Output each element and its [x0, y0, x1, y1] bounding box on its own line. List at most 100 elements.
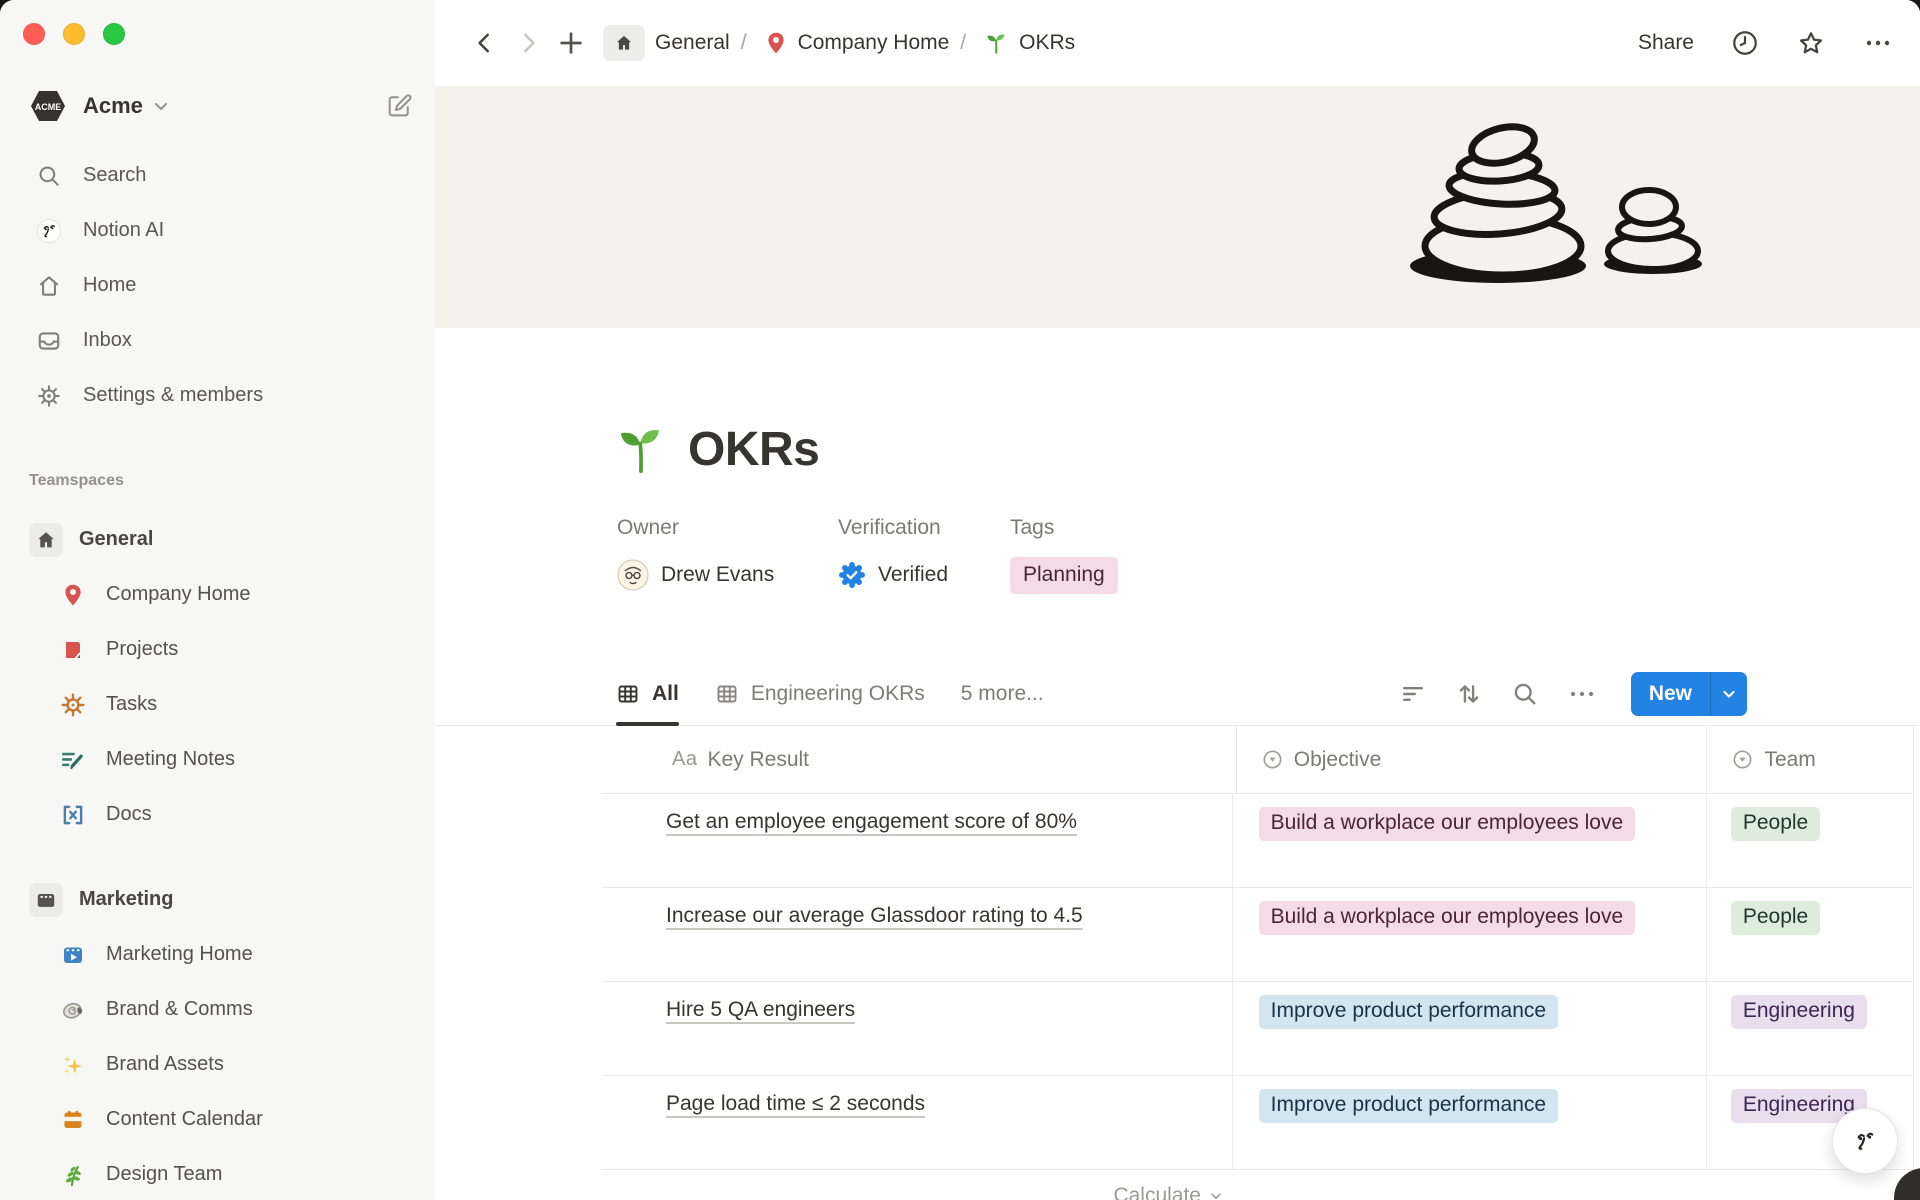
shell-icon	[60, 997, 86, 1023]
page-cover	[435, 86, 1920, 328]
page-title-row[interactable]: OKRs	[612, 416, 1920, 482]
sidebar-item-docs[interactable]: Docs	[0, 787, 435, 842]
main-area: General / Company Home / OKRs Share	[435, 0, 1920, 1200]
search-icon[interactable]	[1511, 680, 1539, 708]
breadcrumb-separator: /	[741, 31, 747, 55]
home-badge-icon	[603, 25, 645, 61]
property-label-verification[interactable]: Verification	[838, 516, 1010, 540]
property-value-verification[interactable]: Verified	[838, 556, 1010, 594]
close-window-button[interactable]	[23, 23, 45, 45]
sort-icon[interactable]	[1455, 680, 1483, 708]
minimize-window-button[interactable]	[63, 23, 85, 45]
calculate-button[interactable]: Calculate	[1113, 1184, 1223, 1200]
breadcrumb-separator: /	[960, 31, 966, 55]
page-title: OKRs	[688, 422, 819, 477]
sidebar-item-design-team[interactable]: Design Team	[0, 1147, 435, 1200]
okr-table: Aa Key Result Objective Team Get an empl…	[602, 726, 1914, 1170]
sidebar-item-brand-assets[interactable]: Brand Assets	[0, 1037, 435, 1092]
sidebar-item-company-home[interactable]: Company Home	[0, 567, 435, 622]
team-tag[interactable]: People	[1731, 901, 1820, 935]
property-value-tags[interactable]: Planning	[1010, 556, 1118, 594]
verified-badge-icon	[838, 561, 866, 589]
table-header: Aa Key Result Objective Team	[602, 726, 1914, 794]
chevron-down-icon[interactable]	[1711, 672, 1747, 716]
add-page-icon[interactable]	[554, 26, 588, 60]
breadcrumb-general[interactable]: General	[603, 25, 730, 61]
objective-tag[interactable]: Improve product performance	[1259, 995, 1558, 1029]
notion-ai-button[interactable]	[1832, 1108, 1898, 1174]
filter-icon[interactable]	[1399, 680, 1427, 708]
sidebar: ACME Acme Search	[0, 0, 436, 1200]
property-value-owner[interactable]: Drew Evans	[617, 556, 838, 594]
key-result-link[interactable]: Hire 5 QA engineers	[666, 998, 855, 1021]
home-badge-icon	[29, 523, 63, 557]
select-property-icon	[1261, 748, 1284, 771]
share-button[interactable]: Share	[1638, 31, 1694, 55]
sidebar-item-tasks[interactable]: Tasks	[0, 677, 435, 732]
ellipsis-icon[interactable]	[1567, 680, 1597, 708]
objective-tag[interactable]: Build a workplace our employees love	[1259, 901, 1636, 935]
breadcrumb-company-home[interactable]: Company Home	[764, 31, 950, 55]
stacked-stones-illustration	[1380, 114, 1740, 324]
table-row: Page load time ≤ 2 seconds Improve produ…	[602, 1076, 1914, 1170]
star-icon[interactable]	[1796, 28, 1826, 58]
column-header-objective[interactable]: Objective	[1237, 726, 1708, 793]
tag-planning: Planning	[1010, 557, 1118, 594]
svg-text:ACME: ACME	[35, 102, 62, 112]
key-result-link[interactable]: Page load time ≤ 2 seconds	[666, 1092, 925, 1115]
tab-all[interactable]: All	[616, 662, 679, 725]
property-label-tags[interactable]: Tags	[1010, 516, 1118, 540]
table-view-icon	[616, 682, 640, 706]
sidebar-item-inbox[interactable]: Inbox	[0, 313, 435, 368]
sidebar-item-brand-comms[interactable]: Brand & Comms	[0, 982, 435, 1037]
clock-icon[interactable]	[1730, 28, 1760, 58]
key-result-link[interactable]: Get an employee engagement score of 80%	[666, 810, 1077, 833]
ellipsis-icon[interactable]	[1862, 28, 1894, 58]
sidebar-item-projects[interactable]: Projects	[0, 622, 435, 677]
view-tabs-row: All Engineering OKRs 5 more... New	[435, 662, 1920, 726]
sidebar-item-content-calendar[interactable]: Content Calendar	[0, 1092, 435, 1147]
tab-engineering-okrs[interactable]: Engineering OKRs	[715, 662, 925, 725]
compose-icon[interactable]	[385, 92, 413, 120]
sidebar-item-settings[interactable]: Settings & members	[0, 368, 435, 423]
key-result-link[interactable]: Increase our average Glassdoor rating to…	[666, 904, 1083, 927]
team-tag[interactable]: Engineering	[1731, 995, 1867, 1029]
objective-tag[interactable]: Build a workplace our employees love	[1259, 807, 1636, 841]
zoom-window-button[interactable]	[103, 23, 125, 45]
sidebar-item-meeting-notes[interactable]: Meeting Notes	[0, 732, 435, 787]
more-views-button[interactable]: 5 more...	[961, 682, 1044, 706]
workspace-name[interactable]: Acme	[83, 93, 143, 119]
teamspaces-header: Teamspaces	[29, 472, 435, 496]
notion-window: ACME Acme Search	[0, 0, 1920, 1200]
search-icon	[36, 163, 62, 189]
table-row: Get an employee engagement score of 80% …	[602, 794, 1914, 888]
property-label-owner[interactable]: Owner	[617, 516, 838, 540]
table-view-icon	[715, 682, 739, 706]
column-header-key-result[interactable]: Aa Key Result	[602, 726, 1237, 793]
sparkles-icon	[60, 1052, 86, 1078]
breadcrumb-okrs[interactable]: OKRs	[983, 30, 1075, 56]
sidebar-item-home[interactable]: Home	[0, 258, 435, 313]
back-icon[interactable]	[468, 26, 502, 60]
avatar	[617, 559, 649, 591]
page-body: OKRs Owner Drew Evans Verification	[435, 328, 1920, 1200]
new-button[interactable]: New	[1631, 672, 1747, 716]
pin-icon	[60, 582, 86, 608]
video-icon	[60, 942, 86, 968]
objective-tag[interactable]: Improve product performance	[1259, 1089, 1558, 1123]
calendar-icon	[60, 1107, 86, 1133]
chevron-down-icon[interactable]	[153, 98, 169, 114]
forward-icon[interactable]	[511, 26, 545, 60]
sidebar-item-search[interactable]: Search	[0, 148, 435, 203]
sidebar-item-marketing-home[interactable]: Marketing Home	[0, 927, 435, 982]
table-row: Hire 5 QA engineers Improve product perf…	[602, 982, 1914, 1076]
table-row: Increase our average Glassdoor rating to…	[602, 888, 1914, 982]
home-icon	[36, 273, 62, 299]
notion-ai-icon	[36, 218, 62, 244]
sidebar-item-notion-ai[interactable]: Notion AI	[0, 203, 435, 258]
clapperboard-badge-icon	[29, 883, 63, 917]
sidebar-teamspace-marketing[interactable]: Marketing	[0, 872, 435, 927]
team-tag[interactable]: People	[1731, 807, 1820, 841]
sidebar-teamspace-general[interactable]: General	[0, 512, 435, 567]
column-header-team[interactable]: Team	[1707, 726, 1914, 793]
